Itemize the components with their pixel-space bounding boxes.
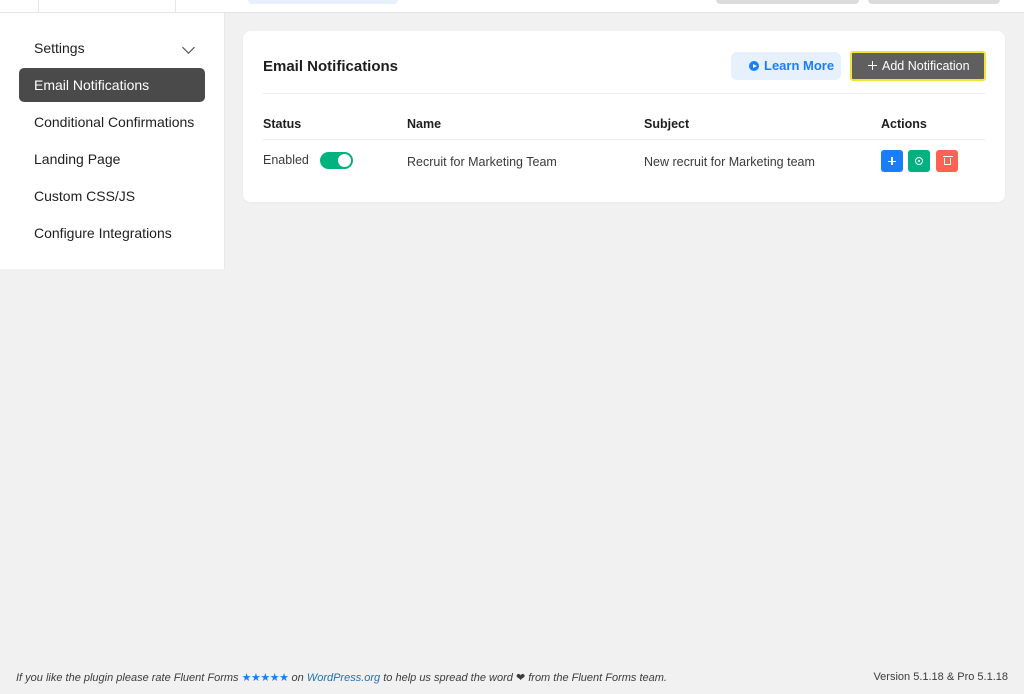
- sidebar-item-label: Email Notifications: [34, 77, 150, 93]
- column-header-actions: Actions: [881, 117, 927, 131]
- status-text: Enabled: [263, 153, 309, 167]
- email-notifications-card: Email Notifications Learn More Add Notif…: [243, 31, 1005, 202]
- card-title: Email Notifications: [263, 58, 399, 75]
- trash-icon: [942, 156, 953, 165]
- sidebar-item-landing-page[interactable]: Landing Page: [19, 142, 205, 176]
- plus-icon: [888, 156, 896, 167]
- learn-more-button[interactable]: Learn More: [731, 52, 841, 80]
- top-bar-button[interactable]: [868, 0, 1000, 4]
- sidebar-item-label: Configure Integrations: [34, 225, 172, 241]
- play-circle-icon: [749, 61, 759, 71]
- sidebar-item-configure-integrations[interactable]: Configure Integrations: [19, 216, 205, 250]
- gear-icon: [915, 157, 923, 165]
- footer-rating-text: If you like the plugin please rate Fluen…: [16, 671, 667, 684]
- top-admin-bar: [0, 0, 1024, 13]
- add-notification-label: Add Notification: [882, 59, 970, 73]
- footer-prefix: If you like the plugin please rate Fluen…: [16, 672, 239, 684]
- footer-end: from the Fluent Forms team.: [528, 672, 667, 684]
- footer-on: on: [291, 672, 304, 684]
- sidebar-item-custom-css-js[interactable]: Custom CSS/JS: [19, 179, 205, 213]
- column-header-status: Status: [263, 117, 302, 131]
- version-text: Version 5.1.18 & Pro 5.1.18: [873, 671, 1008, 683]
- notification-subject: New recruit for Marketing team: [644, 155, 815, 169]
- settings-sidebar: Settings Email Notifications Conditional…: [0, 13, 225, 269]
- learn-more-label: Learn More: [764, 58, 835, 73]
- header-divider: [263, 93, 985, 94]
- add-notification-button[interactable]: Add Notification: [850, 51, 986, 81]
- sidebar-item-label: Custom CSS/JS: [34, 188, 136, 204]
- sidebar-item-settings[interactable]: Settings: [19, 31, 205, 65]
- chevron-down-icon[interactable]: [182, 41, 195, 54]
- notification-name: Recruit for Marketing Team: [407, 155, 557, 169]
- rating-stars-link[interactable]: ★★★★★: [242, 672, 289, 684]
- duplicate-button[interactable]: [881, 150, 903, 172]
- settings-button[interactable]: [908, 150, 930, 172]
- table-header-divider: [263, 139, 985, 140]
- sidebar-item-label: Landing Page: [34, 151, 121, 167]
- top-bar-divider: [175, 0, 176, 12]
- sidebar-item-conditional-confirmations[interactable]: Conditional Confirmations: [19, 105, 205, 139]
- column-header-name: Name: [407, 117, 442, 131]
- sidebar-item-email-notifications[interactable]: Email Notifications: [19, 68, 205, 102]
- top-bar-divider: [38, 0, 39, 12]
- column-header-subject: Subject: [644, 117, 690, 131]
- wordpress-org-link[interactable]: WordPress.org: [307, 672, 380, 684]
- top-bar-tab[interactable]: [248, 0, 398, 4]
- delete-button[interactable]: [936, 150, 958, 172]
- footer-suffix: to help us spread the word: [383, 672, 513, 684]
- status-toggle[interactable]: [320, 152, 353, 169]
- toggle-knob: [338, 154, 351, 167]
- top-bar-button[interactable]: [716, 0, 859, 4]
- plus-icon: [868, 61, 877, 70]
- sidebar-item-label: Conditional Confirmations: [34, 114, 195, 130]
- heart-icon: ❤: [515, 672, 526, 684]
- sidebar-item-label: Settings: [34, 40, 85, 56]
